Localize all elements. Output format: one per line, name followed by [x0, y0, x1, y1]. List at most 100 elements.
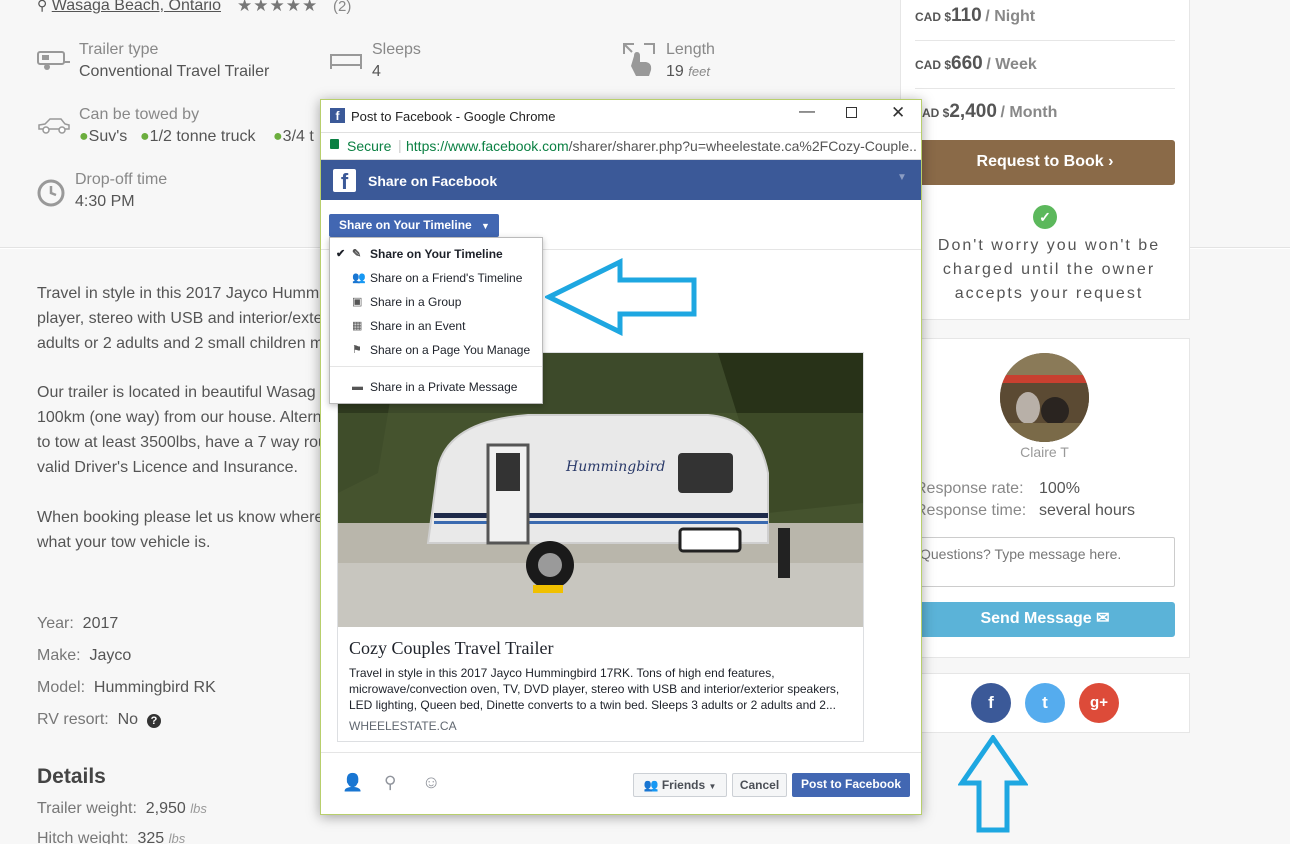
response-rate-value: 100%: [1039, 480, 1080, 497]
host-name: Claire T: [1020, 444, 1069, 460]
facebook-logo-icon: f: [333, 169, 356, 192]
menu-item-page[interactable]: ⚑ Share on a Page You Manage: [330, 339, 540, 361]
spec-trailer-weight: Trailer weight: 2,950 lbs: [37, 800, 207, 817]
check-icon: ✔: [336, 248, 346, 260]
menu-divider: [330, 366, 542, 367]
menu-item-own-timeline[interactable]: ✔ ✎ Share on Your Timeline: [330, 243, 540, 265]
address-separator: |: [398, 137, 402, 153]
link-domain: WHEELESTATE.CA: [349, 719, 457, 733]
dropoff-label: Drop-off time: [75, 171, 168, 188]
spec-year: Year: 2017: [37, 615, 119, 632]
facebook-header: f Share on Facebook ▼: [321, 160, 921, 200]
car-icon: [37, 117, 71, 140]
message-icon: ▬: [352, 381, 363, 393]
trailer-brand-decal: Hummingbird: [565, 459, 665, 475]
close-icon[interactable]: ✕: [891, 103, 905, 123]
address-bar[interactable]: Secure | https://www.facebook.com/sharer…: [321, 132, 921, 160]
post-to-facebook-button[interactable]: Post to Facebook: [792, 773, 910, 797]
details-heading: Details: [37, 765, 106, 788]
sleeps-value: 4: [372, 63, 381, 80]
minimize-icon[interactable]: —: [799, 103, 815, 121]
tag-friends-icon[interactable]: 👤: [342, 773, 363, 793]
dropoff-value: 4:30 PM: [75, 193, 135, 210]
group-icon: ▣: [352, 296, 363, 308]
rating-stars: ★★★★★: [237, 0, 319, 15]
window-title: Post to Facebook - Google Chrome: [351, 109, 556, 124]
menu-item-friend-timeline[interactable]: 👥 Share on a Friend's Timeline: [330, 267, 540, 289]
caret-down-icon[interactable]: ▼: [897, 172, 907, 183]
description-paragraph: Travel in style in this 2017 Jayco Humm p…: [37, 285, 324, 352]
response-time-value: several hours: [1039, 502, 1136, 519]
response-time-label: Response time:: [915, 502, 1027, 519]
price-night: CAD $110 / Night: [915, 5, 1036, 26]
link-preview-card[interactable]: Hummingbird Cozy Couples Travel Trailer …: [337, 352, 864, 742]
spec-hitch-weight: Hitch weight: 325 lbs: [37, 830, 186, 844]
divider: [915, 40, 1175, 41]
bed-icon: [330, 54, 362, 75]
trailer-type-value: Conventional Travel Trailer: [79, 63, 270, 80]
maximize-icon[interactable]: [846, 107, 857, 118]
length-number: 19: [666, 63, 684, 80]
spec-make: Make: Jayco: [37, 647, 132, 664]
location-link[interactable]: Wasaga Beach, Ontario: [52, 0, 221, 14]
spec-model: Model: Hummingbird RK: [37, 679, 216, 696]
length-unit: feet: [688, 64, 710, 79]
menu-item-group[interactable]: ▣ Share in a Group: [330, 291, 540, 313]
menu-item-private-message[interactable]: ▬ Share in a Private Message: [330, 376, 540, 398]
facebook-share-window: f Post to Facebook - Google Chrome — ✕ S…: [320, 99, 922, 815]
price-week: CAD $660 / Week: [915, 53, 1037, 74]
booking-note: Don't worry you won't be charged until th…: [937, 237, 1161, 302]
annotation-arrow-up: [958, 735, 1028, 833]
resize-hand-icon: [622, 42, 656, 81]
twitter-share-button[interactable]: t: [1025, 683, 1065, 723]
flag-icon: ⚑: [352, 344, 362, 356]
link-title: Cozy Couples Travel Trailer: [349, 638, 554, 658]
share-destination-menu: ✔ ✎ Share on Your Timeline 👥 Share on a Fri…: [329, 237, 543, 404]
friends-icon: 👥: [643, 778, 659, 792]
message-input[interactable]: Questions? Type message here.: [915, 537, 1175, 587]
description-paragraph: Our trailer is located in beautiful Wasa…: [37, 384, 327, 476]
location-pin-icon[interactable]: ⚲: [384, 773, 396, 793]
url-text: https://www.facebook.com/sharer/sharer.p…: [406, 138, 916, 154]
cancel-button[interactable]: Cancel: [732, 773, 787, 797]
price-month: AD $2,400 / Month: [922, 101, 1058, 122]
caret-down-icon: ▼: [708, 782, 717, 791]
map-pin-icon: ⚲: [37, 0, 48, 13]
help-icon[interactable]: ?: [146, 714, 161, 728]
secure-label: Secure: [347, 138, 392, 154]
caret-down-icon: ▼: [481, 221, 490, 231]
lock-icon: [330, 139, 339, 149]
share-destination-selector[interactable]: Share on Your Timeline ▼: [329, 214, 499, 237]
window-titlebar: f Post to Facebook - Google Chrome — ✕: [321, 100, 921, 132]
towed-by-item: ●3/4 t: [273, 128, 314, 145]
edit-icon: ✎: [352, 248, 362, 260]
envelope-icon: ✉: [1096, 610, 1110, 627]
chevron-right-icon: ›: [1108, 153, 1114, 170]
trailer-icon: [37, 50, 71, 77]
length-label: Length: [666, 41, 715, 58]
facebook-share-button[interactable]: f: [971, 683, 1011, 723]
towed-by-item: ●1/2 tonne truck: [140, 128, 256, 145]
location-row: ⚲ Wasaga Beach, Ontario: [37, 0, 221, 15]
facebook-favicon-icon: f: [330, 108, 345, 123]
friends-icon: 👥: [352, 272, 366, 284]
menu-item-event[interactable]: ▦ Share in an Event: [330, 315, 540, 337]
divider: [915, 88, 1175, 89]
google-plus-share-button[interactable]: g+: [1079, 683, 1119, 723]
audience-selector[interactable]: 👥 Friends ▼: [633, 773, 727, 797]
description-paragraph: When booking please let us know where wha…: [37, 509, 324, 551]
link-description: Travel in style in this 2017 Jayco Hummi…: [349, 666, 840, 712]
clock-icon: [37, 179, 65, 212]
request-to-book-button[interactable]: Request to Book ›: [915, 140, 1175, 185]
towed-by-label: Can be towed by: [79, 106, 200, 123]
spec-rv-resort: RV resort: No ?: [37, 711, 161, 729]
response-rate-label: Response rate:: [915, 480, 1024, 497]
send-message-button[interactable]: Send Message ✉: [915, 602, 1175, 637]
check-circle-icon: ✓: [1033, 205, 1057, 229]
length-value: 19 feet: [666, 63, 710, 81]
calendar-icon: ▦: [352, 320, 363, 332]
emoji-icon[interactable]: ☺: [422, 772, 440, 793]
rating-count: (2): [333, 0, 352, 15]
footer-divider: [321, 752, 921, 753]
host-avatar[interactable]: [1000, 353, 1089, 442]
